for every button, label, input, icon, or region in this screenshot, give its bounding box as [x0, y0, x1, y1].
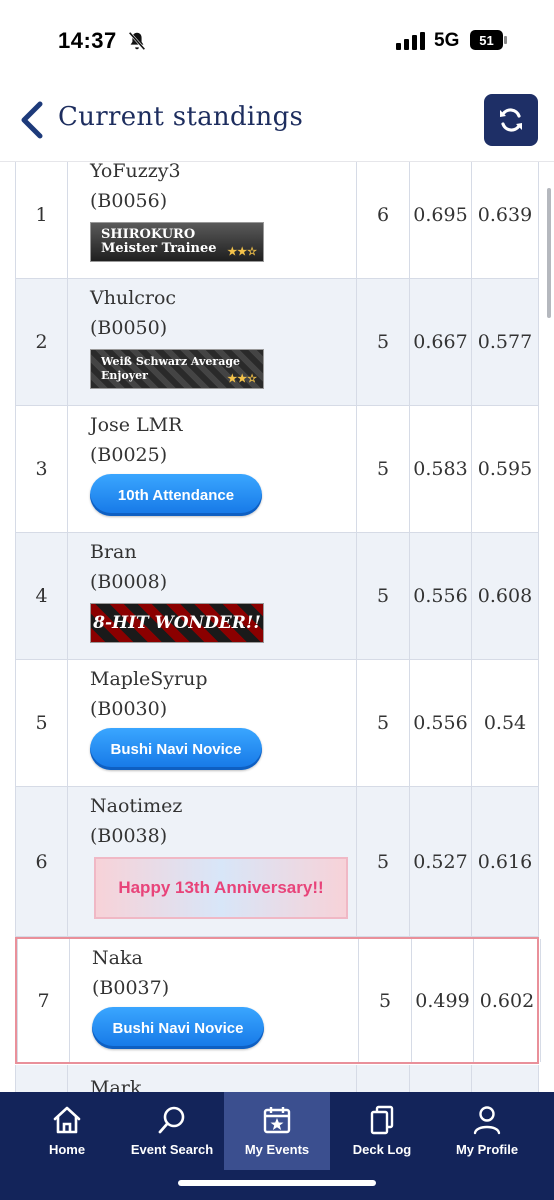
rank-cell: 2: [15, 279, 68, 405]
gw-cell: 0.639: [472, 162, 539, 278]
gw-cell: 0.616: [472, 787, 539, 936]
page-header: Current standings: [0, 80, 554, 162]
omw-cell: 0.695: [410, 162, 472, 278]
player-id: (B0025): [90, 444, 168, 466]
omw-cell: 0.583: [410, 406, 472, 532]
points-cell: 6: [357, 162, 410, 278]
nav-my-profile[interactable]: My Profile: [434, 1092, 540, 1170]
bell-muted-icon: [128, 31, 146, 51]
title-badge: Happy 13th Anniversary!!: [94, 857, 348, 919]
omw-cell: [410, 1065, 472, 1092]
rank-cell: 4: [15, 533, 68, 659]
title-badge: Weiß Schwarz Average Enjoyer ★★☆: [90, 349, 264, 389]
player-id: (B0008): [90, 571, 168, 593]
table-row[interactable]: 4 Bran (B0008) 8-HIT WONDER!! 5 0.556 0.…: [15, 533, 539, 660]
clock: 14:37: [58, 28, 117, 53]
title-badge: 10th Attendance: [90, 474, 262, 516]
calendar-star-icon: [263, 1107, 291, 1134]
refresh-icon: [500, 108, 522, 132]
points-cell: 5: [357, 533, 410, 659]
title-badge: SHIROKURO Meister Trainee ★★☆: [90, 222, 264, 262]
home-indicator[interactable]: [178, 1180, 376, 1186]
player-cell: Bran (B0008) 8-HIT WONDER!!: [68, 533, 357, 659]
signal-icon: [396, 32, 425, 50]
title-badge: 8-HIT WONDER!!: [90, 603, 264, 643]
player-name: Naotimez: [90, 795, 183, 817]
nav-deck-log[interactable]: Deck Log: [329, 1092, 435, 1170]
player-id: (B0030): [90, 698, 168, 720]
player-name: Mark: [90, 1077, 142, 1092]
table-row-current-user[interactable]: 7 Naka (B0037) Bushi Navi Novice 5 0.499…: [15, 937, 541, 1064]
nav-my-events[interactable]: My Events: [224, 1092, 330, 1170]
table-row[interactable]: 5 MapleSyrup (B0030) Bushi Navi Novice 5…: [15, 660, 539, 787]
rank-cell: 5: [15, 660, 68, 786]
player-cell: MapleSyrup (B0030) Bushi Navi Novice: [68, 660, 357, 786]
profile-icon: [473, 1106, 501, 1135]
omw-cell: 0.499: [412, 939, 474, 1062]
points-cell: 5: [357, 660, 410, 786]
gw-cell: 0.608: [472, 533, 539, 659]
table-row[interactable]: Mark: [15, 1065, 539, 1092]
player-id: (B0038): [90, 825, 168, 847]
network-type: 5G: [434, 30, 460, 51]
battery-icon: 51: [470, 30, 507, 50]
rank-cell: [15, 1065, 68, 1092]
gw-cell: 0.54: [472, 660, 539, 786]
points-cell: 5: [357, 406, 410, 532]
star-icon: ★★☆: [227, 372, 257, 385]
points-cell: [357, 1065, 410, 1092]
player-cell: Naka (B0037) Bushi Navi Novice: [70, 939, 359, 1062]
title-badge: Bushi Navi Novice: [90, 728, 262, 770]
table-row[interactable]: 6 Naotimez (B0038) Happy 13th Anniversar…: [15, 787, 539, 937]
page-title: Current standings: [58, 102, 304, 132]
back-chevron-icon[interactable]: [18, 100, 46, 140]
player-id: (B0037): [92, 977, 170, 999]
points-cell: 5: [359, 939, 412, 1062]
search-icon: [158, 1106, 185, 1134]
rank-cell: 3: [15, 406, 68, 532]
player-id: (B0056): [90, 190, 168, 212]
player-name: Jose LMR: [90, 414, 183, 436]
standings-table[interactable]: 1 YoFuzzy3 (B0056) SHIROKURO Meister Tra…: [0, 162, 554, 1092]
player-id: (B0050): [90, 317, 168, 339]
player-cell: Jose LMR (B0025) 10th Attendance: [68, 406, 357, 532]
points-cell: 5: [357, 279, 410, 405]
refresh-button[interactable]: [484, 94, 538, 146]
gw-cell: 0.602: [474, 939, 541, 1062]
player-name: Vhulcroc: [90, 287, 177, 309]
star-icon: ★★☆: [227, 245, 257, 258]
gw-cell: [472, 1065, 539, 1092]
player-cell: Mark: [68, 1065, 357, 1092]
deck-icon: [370, 1105, 394, 1135]
gw-cell: 0.595: [472, 406, 539, 532]
omw-cell: 0.527: [410, 787, 472, 936]
rank-cell: 7: [17, 939, 70, 1062]
omw-cell: 0.556: [410, 660, 472, 786]
player-name: MapleSyrup: [90, 668, 208, 690]
player-name: Naka: [92, 947, 143, 969]
rank-cell: 6: [15, 787, 68, 936]
player-cell: YoFuzzy3 (B0056) SHIROKURO Meister Train…: [68, 162, 357, 278]
player-cell: Vhulcroc (B0050) Weiß Schwarz Average En…: [68, 279, 357, 405]
title-badge: Bushi Navi Novice: [92, 1007, 264, 1049]
gw-cell: 0.577: [472, 279, 539, 405]
omw-cell: 0.667: [410, 279, 472, 405]
player-name: Bran: [90, 541, 137, 563]
battery-level: 51: [479, 33, 493, 48]
status-bar: 14:37 5G 51: [0, 0, 554, 80]
rank-cell: 1: [15, 162, 68, 278]
home-icon: [53, 1106, 81, 1134]
player-cell: Naotimez (B0038) Happy 13th Anniversary!…: [68, 787, 357, 936]
table-row[interactable]: 2 Vhulcroc (B0050) Weiß Schwarz Average …: [15, 279, 539, 406]
nav-event-search[interactable]: Event Search: [119, 1092, 225, 1170]
table-row[interactable]: 1 YoFuzzy3 (B0056) SHIROKURO Meister Tra…: [15, 162, 539, 279]
points-cell: 5: [357, 787, 410, 936]
scrollbar[interactable]: [547, 188, 551, 318]
nav-home[interactable]: Home: [14, 1092, 120, 1170]
omw-cell: 0.556: [410, 533, 472, 659]
player-name: YoFuzzy3: [90, 162, 181, 182]
table-row[interactable]: 3 Jose LMR (B0025) 10th Attendance 5 0.5…: [15, 406, 539, 533]
